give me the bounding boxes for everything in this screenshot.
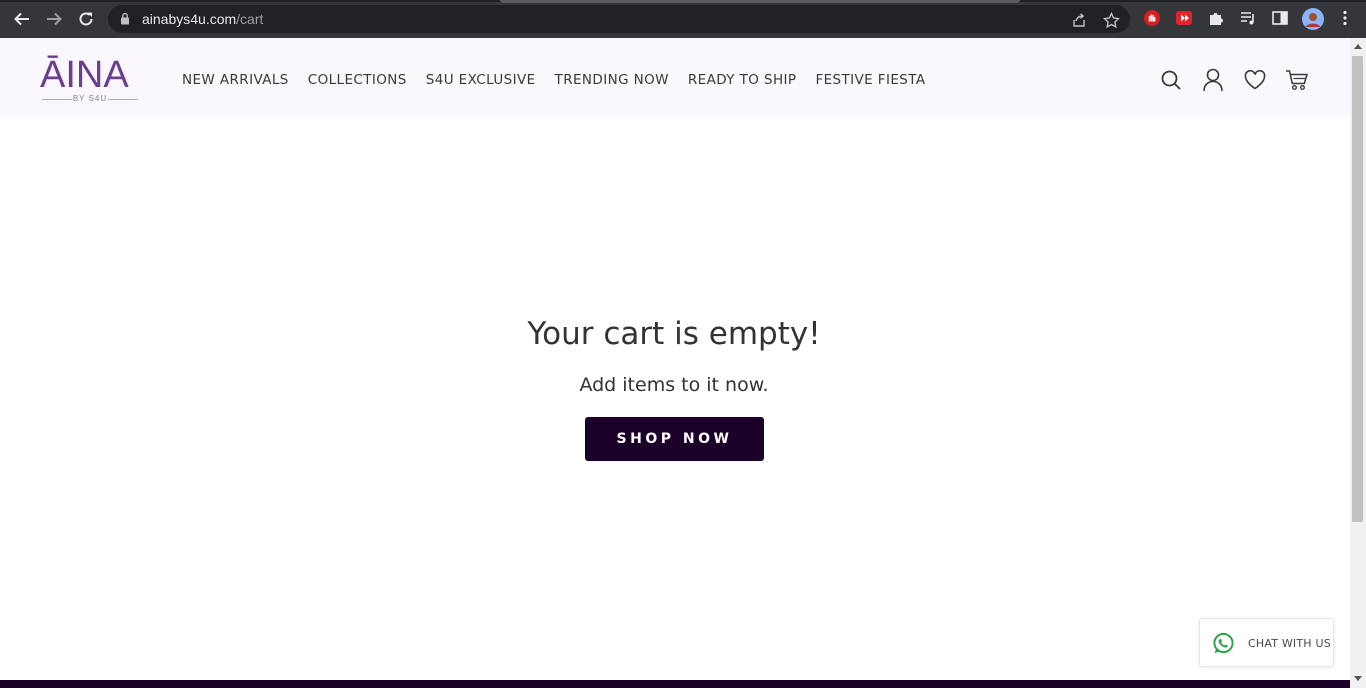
logo-wordmark: ĀINA: [40, 54, 129, 96]
site-header: ĀINA BY S4U NEW ARRIVALS COLLECTIONS S4U…: [0, 38, 1350, 118]
search-icon[interactable]: [1159, 68, 1183, 92]
kebab-menu-icon[interactable]: [1336, 9, 1354, 27]
wishlist-icon[interactable]: [1243, 68, 1267, 92]
scroll-up-arrow-icon[interactable]: [1354, 44, 1362, 49]
chat-label: CHAT WITH US: [1248, 637, 1331, 650]
star-icon[interactable]: [1102, 11, 1120, 29]
url-text[interactable]: ainabys4u.com/cart: [142, 11, 263, 27]
sidepanel-icon[interactable]: [1271, 9, 1289, 27]
reload-icon[interactable]: [75, 8, 97, 30]
nav-festive-fiesta[interactable]: FESTIVE FIESTA: [815, 72, 925, 88]
lock-icon[interactable]: [120, 12, 130, 30]
nav-collections[interactable]: COLLECTIONS: [308, 72, 407, 88]
nav-s4u-exclusive[interactable]: S4U EXCLUSIVE: [426, 72, 536, 88]
account-icon[interactable]: [1201, 68, 1225, 92]
media-extension-icon[interactable]: [1175, 9, 1193, 27]
hand-extension-icon[interactable]: [1143, 9, 1161, 27]
address-bar[interactable]: ainabys4u.com/cart: [108, 5, 1130, 33]
nav-trending-now[interactable]: TRENDING NOW: [555, 72, 669, 88]
puzzle-icon[interactable]: [1207, 9, 1225, 27]
profile-avatar[interactable]: [1302, 8, 1324, 30]
forward-arrow-icon[interactable]: [43, 8, 65, 30]
share-icon[interactable]: [1070, 11, 1088, 29]
url-host: ainabys4u.com: [142, 11, 237, 27]
footer-edge: [0, 680, 1350, 688]
browser-toolbar: ainabys4u.com/cart: [0, 0, 1366, 38]
page-scrollbar[interactable]: [1350, 38, 1366, 688]
nav-new-arrivals[interactable]: NEW ARRIVALS: [182, 72, 289, 88]
chat-widget[interactable]: CHAT WITH US: [1199, 618, 1334, 667]
cart-page: Your cart is empty! Add items to it now.…: [0, 118, 1350, 680]
site-logo[interactable]: ĀINA BY S4U: [38, 50, 144, 110]
main-nav: NEW ARRIVALS COLLECTIONS S4U EXCLUSIVE T…: [182, 72, 944, 88]
cart-icon[interactable]: [1285, 68, 1309, 92]
active-tab-edge: [500, 0, 1020, 3]
shop-now-button[interactable]: SHOP NOW: [585, 417, 764, 461]
empty-cart-subtitle: Add items to it now.: [579, 374, 769, 396]
back-arrow-icon[interactable]: [11, 8, 33, 30]
whatsapp-icon: [1212, 632, 1235, 660]
scrollbar-thumb[interactable]: [1352, 56, 1363, 522]
logo-subtitle: BY S4U: [38, 94, 142, 103]
nav-ready-to-ship[interactable]: READY TO SHIP: [688, 72, 797, 88]
scroll-down-arrow-icon[interactable]: [1354, 676, 1362, 681]
url-path: /cart: [236, 11, 264, 27]
playlist-icon[interactable]: [1239, 9, 1257, 27]
empty-cart-title: Your cart is empty!: [527, 316, 821, 352]
